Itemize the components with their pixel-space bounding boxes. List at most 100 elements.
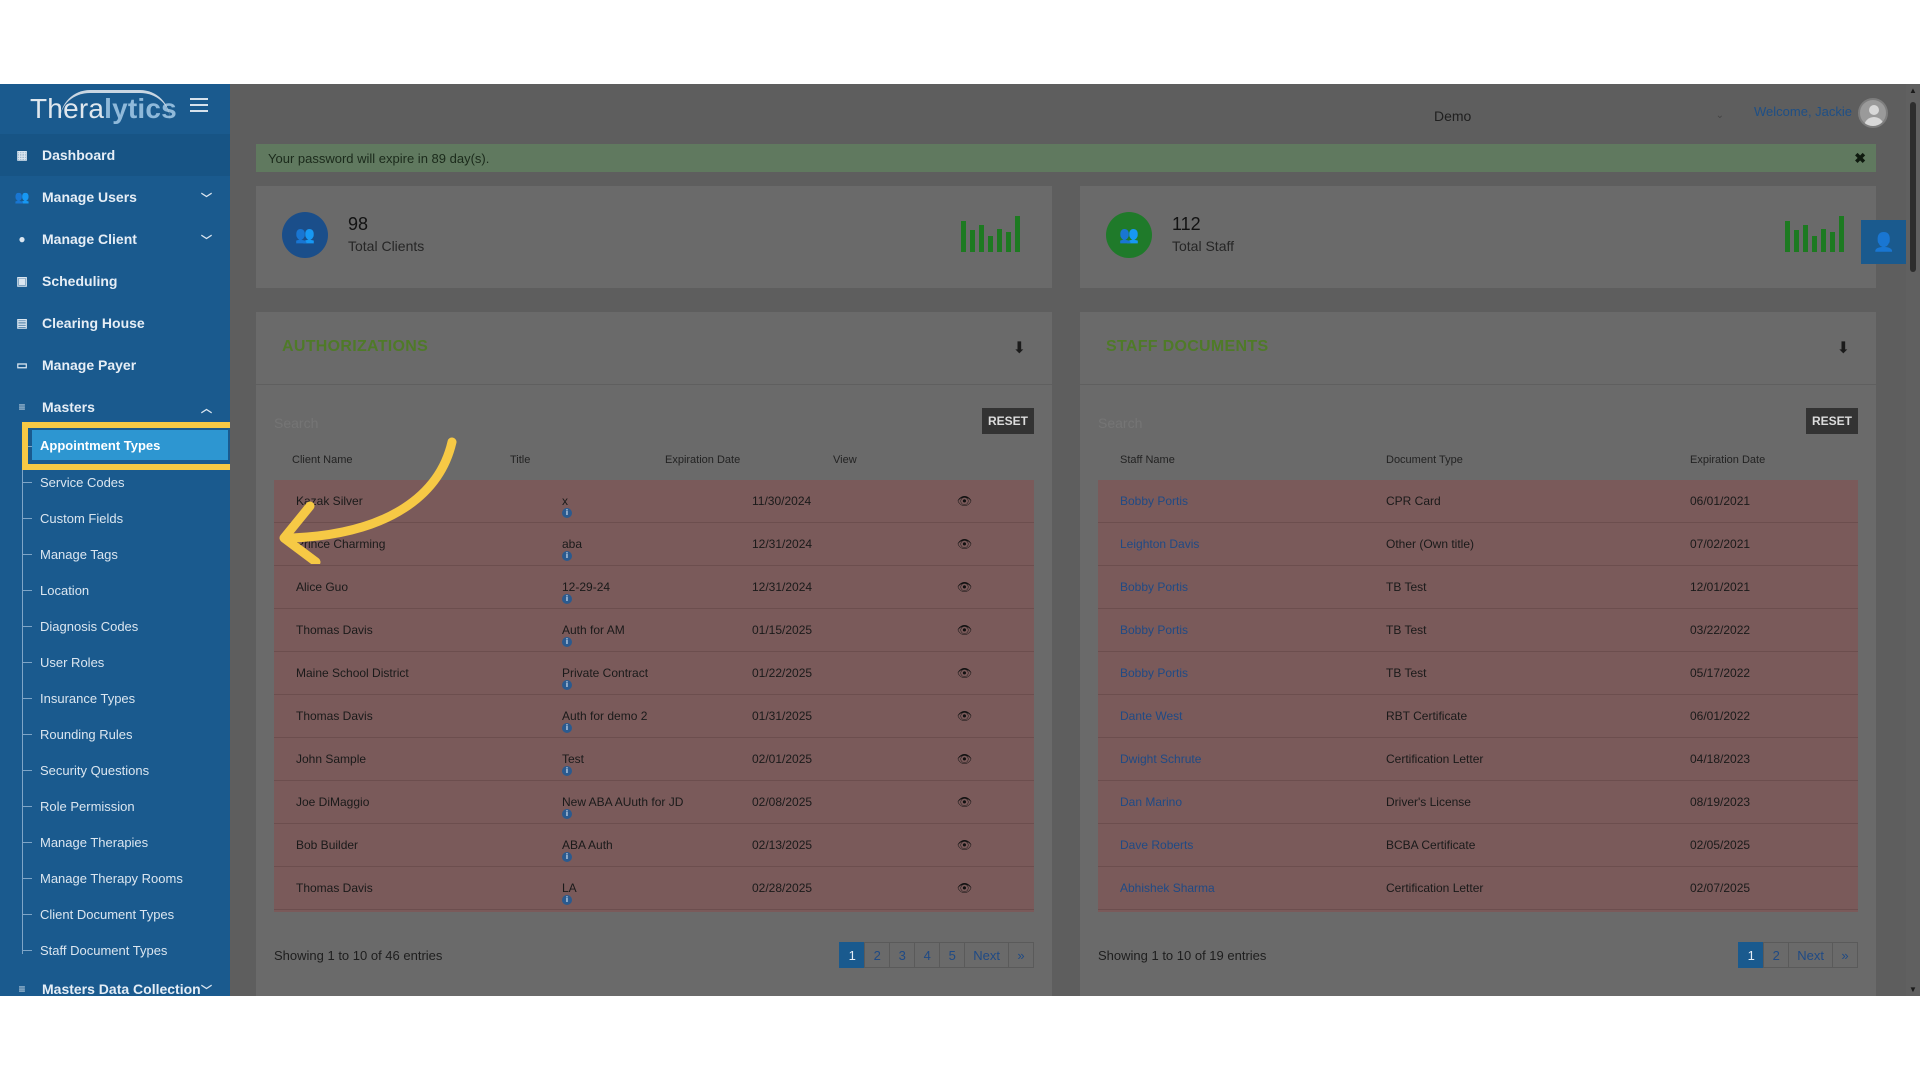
staff-name-link[interactable]: Leighton Davis [1120, 537, 1199, 551]
column-header-staff-name[interactable]: Staff Name [1120, 454, 1175, 466]
chevron-down-icon[interactable]: ﹀ [201, 190, 212, 206]
table-row[interactable]: Thomas Davis i LA 02/28/2025 👁 [274, 867, 1034, 910]
sidebar-subitem-client-document-types[interactable]: Client Document Types [0, 896, 230, 932]
next-page-button[interactable]: Next [964, 942, 1009, 968]
sidebar-item-manage-users[interactable]: 👥 Manage Users ﹀ [0, 176, 230, 218]
info-icon[interactable]: i [562, 809, 572, 819]
table-row[interactable]: Joe DiMaggio i New ABA AUuth for JD 02/08/2… [274, 781, 1034, 824]
chevron-down-icon[interactable]: ﹀ [201, 982, 212, 996]
organization-select[interactable]: Demo ⌄ [1434, 108, 1734, 124]
authorizations-search-input[interactable] [274, 410, 874, 436]
eye-icon[interactable]: 👁 [957, 537, 972, 551]
staff-name-link[interactable]: Dave Roberts [1120, 838, 1193, 852]
sidebar-subitem-custom-fields[interactable]: Custom Fields [0, 500, 230, 536]
sidebar-subitem-service-codes[interactable]: Service Codes [0, 464, 230, 500]
sidebar-item-clearing-house[interactable]: ▤ Clearing House [0, 302, 230, 344]
sidebar-subitem-role-permission[interactable]: Role Permission [0, 788, 230, 824]
table-row[interactable]: John Sample i Test 02/01/2025 👁 [274, 738, 1034, 781]
table-row[interactable]: Prince Charming i aba 12/31/2024 👁 [274, 523, 1034, 566]
sidebar-subitem-staff-document-types[interactable]: Staff Document Types [0, 932, 230, 968]
info-icon[interactable]: i [562, 637, 572, 647]
eye-icon[interactable]: 👁 [957, 580, 972, 594]
page-2-button[interactable]: 2 [864, 942, 891, 968]
sidebar-item-masters-data-collection[interactable]: ≡ Masters Data Collection ﹀ [0, 968, 230, 996]
welcome-text[interactable]: Welcome, Jackie [1754, 104, 1852, 119]
sidebar-subitem-rounding-rules[interactable]: Rounding Rules [0, 716, 230, 752]
sidebar-subitem-appointment-types[interactable]: Appointment Types [0, 422, 230, 470]
download-icon[interactable]: ⬇ [1013, 338, 1026, 358]
sidebar-subitem-manage-therapy-rooms[interactable]: Manage Therapy Rooms [0, 860, 230, 896]
sidebar-subitem-manage-tags[interactable]: Manage Tags [0, 536, 230, 572]
page-4-button[interactable]: 4 [914, 942, 941, 968]
download-icon[interactable]: ⬇ [1837, 338, 1850, 358]
info-icon[interactable]: i [562, 680, 572, 690]
staff-name-link[interactable]: Dante West [1120, 709, 1182, 723]
sidebar-item-manage-client[interactable]: ● Manage Client ﹀ [0, 218, 230, 260]
scroll-down-icon[interactable]: ▼ [1909, 985, 1917, 994]
close-icon[interactable]: ✖ [1854, 150, 1866, 167]
staff-name-link[interactable]: Dan Marino [1120, 795, 1182, 809]
staff-search-button[interactable]: 👤 [1861, 220, 1907, 264]
sidebar-item-dashboard[interactable]: ▦ Dashboard [0, 134, 230, 176]
eye-icon[interactable]: 👁 [957, 623, 972, 637]
info-icon[interactable]: i [562, 551, 572, 561]
last-page-button[interactable]: » [1008, 942, 1034, 968]
authorizations-reset-button[interactable]: RESET [982, 408, 1034, 434]
sidebar-subitem-location[interactable]: Location [0, 572, 230, 608]
info-icon[interactable]: i [562, 594, 572, 604]
column-header-expiration-date[interactable]: Expiration Date [665, 454, 740, 466]
table-row[interactable]: Alice Guo i 12-29-24 12/31/2024 👁 [274, 566, 1034, 609]
clients-icon: 👥 [282, 212, 328, 258]
table-row[interactable]: Thomas Davis i Auth for demo 2 01/31/2025 👁 [274, 695, 1034, 738]
last-page-button[interactable]: » [1832, 942, 1858, 968]
sidebar-subitem-manage-therapies[interactable]: Manage Therapies [0, 824, 230, 860]
sidebar-subitem-diagnosis-codes[interactable]: Diagnosis Codes [0, 608, 230, 644]
column-header-client-name[interactable]: Client Name [292, 454, 353, 466]
page-5-button[interactable]: 5 [939, 942, 966, 968]
avatar[interactable] [1858, 98, 1888, 128]
chevron-down-icon[interactable]: ﹀ [201, 232, 212, 248]
sidebar-subitem-insurance-types[interactable]: Insurance Types [0, 680, 230, 716]
menu-toggle-icon[interactable] [190, 98, 208, 114]
staff-documents-reset-button[interactable]: RESET [1806, 408, 1858, 434]
staff-documents-search-input[interactable] [1098, 410, 1698, 436]
table-row[interactable]: Maine School District i Private Contract 01… [274, 652, 1034, 695]
column-header-expiration-date[interactable]: Expiration Date [1690, 454, 1765, 466]
page-3-button[interactable]: 3 [889, 942, 916, 968]
sidebar-item-scheduling[interactable]: ▣ Scheduling [0, 260, 230, 302]
table-row[interactable]: Bob Builder i ABA Auth 02/13/2025 👁 [274, 824, 1034, 867]
eye-icon[interactable]: 👁 [957, 881, 972, 895]
info-icon[interactable]: i [562, 852, 572, 862]
sidebar-subitem-security-questions[interactable]: Security Questions [0, 752, 230, 788]
info-icon[interactable]: i [562, 766, 572, 776]
staff-name-link[interactable]: Bobby Portis [1120, 623, 1188, 637]
eye-icon[interactable]: 👁 [957, 494, 972, 508]
column-header-title[interactable]: Title [510, 454, 530, 466]
eye-icon[interactable]: 👁 [957, 752, 972, 766]
staff-name-link[interactable]: Dwight Schrute [1120, 752, 1201, 766]
scroll-up-icon[interactable]: ▲ [1909, 86, 1917, 95]
staff-name-link[interactable]: Abhishek Sharma [1120, 881, 1215, 895]
info-icon[interactable]: i [562, 508, 572, 518]
staff-name-link[interactable]: Bobby Portis [1120, 494, 1188, 508]
column-header-document-type[interactable]: Document Type [1386, 454, 1463, 466]
eye-icon[interactable]: 👁 [957, 838, 972, 852]
eye-icon[interactable]: 👁 [957, 666, 972, 680]
scrollbar-thumb[interactable] [1910, 102, 1916, 272]
page-2-button[interactable]: 2 [1763, 942, 1790, 968]
info-icon[interactable]: i [562, 895, 572, 905]
next-page-button[interactable]: Next [1788, 942, 1833, 968]
info-icon[interactable]: i [562, 723, 572, 733]
page-1-button[interactable]: 1 [839, 942, 866, 968]
sidebar-item-manage-payer[interactable]: ▭ Manage Payer [0, 344, 230, 386]
chevron-up-icon[interactable]: ︿ [201, 400, 212, 416]
table-row[interactable]: Kazak Silver i x 11/30/2024 👁 [274, 480, 1034, 523]
page-1-button[interactable]: 1 [1738, 942, 1765, 968]
page-scrollbar[interactable]: ▲ ▼ [1906, 84, 1920, 996]
table-row[interactable]: Thomas Davis i Auth for AM 01/15/2025 👁 [274, 609, 1034, 652]
staff-name-link[interactable]: Bobby Portis [1120, 666, 1188, 680]
sidebar-subitem-user-roles[interactable]: User Roles [0, 644, 230, 680]
staff-name-link[interactable]: Bobby Portis [1120, 580, 1188, 594]
eye-icon[interactable]: 👁 [957, 795, 972, 809]
eye-icon[interactable]: 👁 [957, 709, 972, 723]
